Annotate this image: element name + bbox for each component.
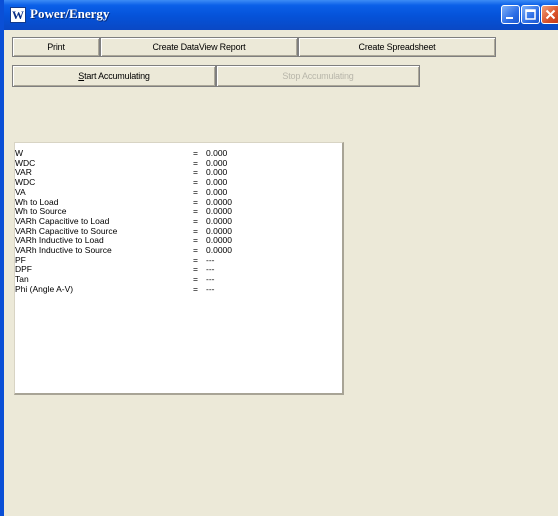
maximize-button[interactable] xyxy=(521,5,540,24)
reading-label: PF xyxy=(15,254,26,265)
reading-label: VARh Inductive to Source xyxy=(15,245,112,255)
reading-label: VARh Capacitive to Load xyxy=(15,215,110,226)
window-title: Power/Energy xyxy=(30,6,110,21)
reading-label: Tan xyxy=(15,274,29,285)
reading-value: 0.0000 xyxy=(206,235,232,246)
reading-label: Wh to Load xyxy=(15,196,59,207)
close-button[interactable] xyxy=(541,5,558,24)
start-accumulating-button[interactable]: Start Accumulating xyxy=(12,65,216,87)
reading-label: VARh Capacitive to Source xyxy=(15,225,118,236)
reading-label: DPF xyxy=(15,264,32,275)
title-bar[interactable]: W Power/Energy xyxy=(4,0,558,30)
start-accumulating-label: tart Accumulating xyxy=(84,71,150,81)
reading-row: Phi (Angle A-V) = --- xyxy=(15,284,345,294)
create-spreadsheet-button[interactable]: Create Spreadsheet xyxy=(298,37,496,57)
close-icon xyxy=(545,9,556,20)
reading-row: VARh Capacitive to Source = 0.0000 xyxy=(15,226,345,236)
stop-accumulating-button[interactable]: Stop Accumulating xyxy=(216,65,420,87)
reading-equals: = xyxy=(193,254,198,265)
reading-equals: = xyxy=(193,264,198,275)
reading-row: DPF = --- xyxy=(15,264,345,274)
reading-equals: = xyxy=(193,148,198,158)
readings-panel: W = 0.000 WDC = 0.000 VAR = 0.000 WDC = 0.000 VA = 0.0… xyxy=(14,142,344,395)
reading-row: VARh Inductive to Load = 0.0000 xyxy=(15,235,345,245)
reading-equals: = xyxy=(193,186,198,197)
reading-equals: = xyxy=(193,283,198,294)
reading-equals: = xyxy=(193,196,198,207)
reading-label: VAR xyxy=(15,167,32,178)
maximize-icon xyxy=(525,9,536,20)
reading-equals: = xyxy=(193,235,198,246)
reading-equals: = xyxy=(193,157,198,168)
reading-value: --- xyxy=(206,283,215,294)
reading-equals: = xyxy=(193,206,198,217)
reading-row: VA = 0.000 xyxy=(15,187,345,197)
reading-equals: = xyxy=(193,225,198,236)
reading-value: --- xyxy=(206,264,215,275)
reading-label: Wh to Source xyxy=(15,206,67,217)
reading-label: WDC xyxy=(15,157,36,168)
reading-value: --- xyxy=(206,274,215,285)
minimize-button[interactable] xyxy=(501,5,520,24)
reading-row: PF = --- xyxy=(15,255,345,265)
reading-value: 0.000 xyxy=(206,177,228,188)
reading-value: 0.0000 xyxy=(206,196,232,207)
create-dataview-report-button[interactable]: Create DataView Report xyxy=(100,37,298,57)
reading-value: 0.0000 xyxy=(206,206,232,217)
reading-value: 0.000 xyxy=(206,157,228,168)
reading-row: VARh Capacitive to Load = 0.0000 xyxy=(15,216,345,226)
reading-value: 0.000 xyxy=(206,148,228,158)
reading-row: VARh Inductive to Source = 0.0000 xyxy=(15,245,345,255)
reading-row: VAR = 0.000 xyxy=(15,167,345,177)
reading-label: VA xyxy=(15,186,26,197)
app-icon: W xyxy=(10,7,26,23)
reading-value: 0.0000 xyxy=(206,225,232,236)
reading-equals: = xyxy=(193,274,198,285)
reading-value: 0.0000 xyxy=(206,245,232,255)
reading-label: Phi (Angle A-V) xyxy=(15,283,74,294)
reading-row: W = 0.000 xyxy=(15,148,345,158)
app-window: W Power/Energy Print Create DataView Rep… xyxy=(0,0,558,516)
print-button[interactable]: Print xyxy=(12,37,100,57)
reading-value: 0.0000 xyxy=(206,215,232,226)
reading-row: Wh to Load = 0.0000 xyxy=(15,197,345,207)
reading-equals: = xyxy=(193,177,198,188)
reading-value: --- xyxy=(206,254,215,265)
reading-row: WDC = 0.000 xyxy=(15,177,345,187)
reading-label: WDC xyxy=(15,177,36,188)
reading-row: Tan = --- xyxy=(15,274,345,284)
reading-value: 0.000 xyxy=(206,167,228,178)
reading-equals: = xyxy=(193,167,198,178)
reading-label: VARh Inductive to Load xyxy=(15,235,104,246)
reading-equals: = xyxy=(193,245,198,255)
reading-equals: = xyxy=(193,215,198,226)
reading-row: WDC = 0.000 xyxy=(15,158,345,168)
reading-value: 0.000 xyxy=(206,186,228,197)
reading-label: W xyxy=(15,148,24,158)
reading-row: Wh to Source = 0.0000 xyxy=(15,206,345,216)
minimize-icon xyxy=(506,17,513,19)
